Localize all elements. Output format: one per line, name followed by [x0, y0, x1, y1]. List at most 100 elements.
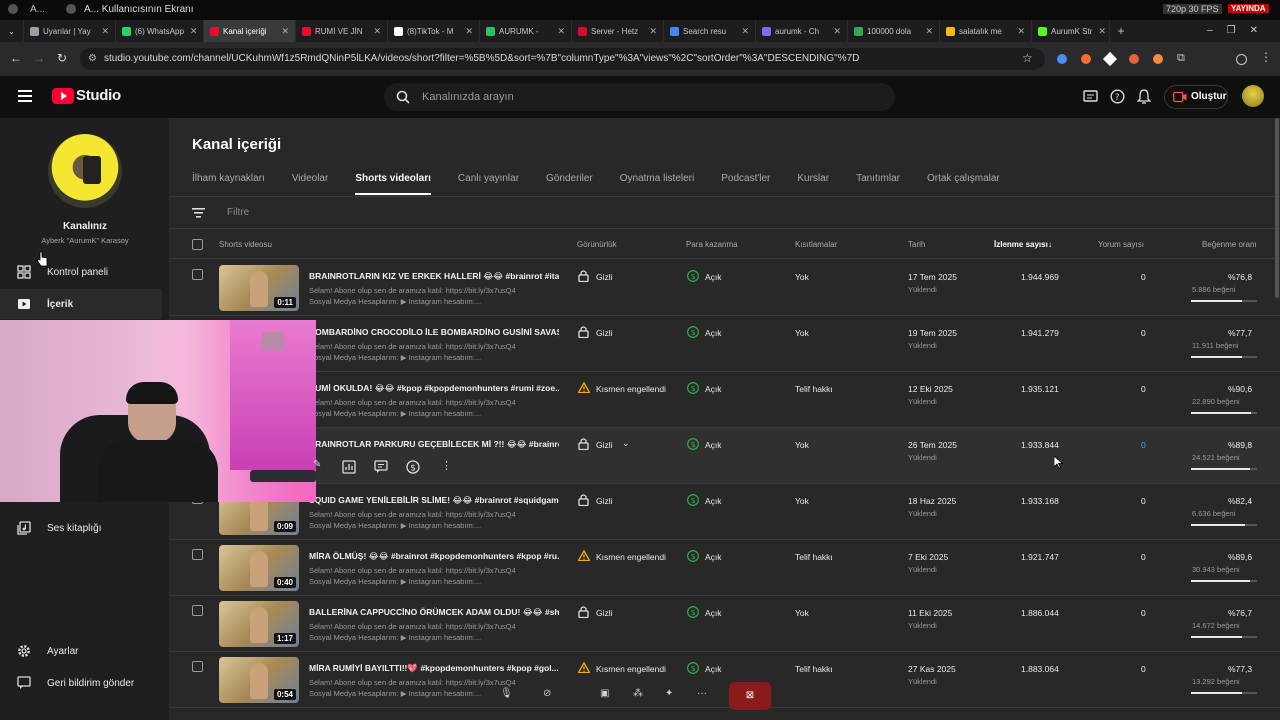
- sort-descending-arrow-icon[interactable]: ↓: [1048, 240, 1052, 249]
- soundboard-icon[interactable]: ✦: [665, 688, 673, 699]
- close-tab-icon[interactable]: ✕: [919, 26, 933, 37]
- analytics-icon[interactable]: [342, 460, 356, 474]
- close-tab-icon[interactable]: ✕: [1092, 26, 1106, 37]
- visibility-value[interactable]: Gizli: [596, 496, 613, 506]
- studio-logo[interactable]: [52, 88, 74, 104]
- tab-kurslar[interactable]: Kurslar: [797, 173, 829, 195]
- edit-pencil-icon[interactable]: ✎: [313, 459, 321, 470]
- row-checkbox[interactable]: [192, 605, 203, 616]
- column-header-monetization[interactable]: Para kazanma: [686, 240, 738, 249]
- comments-value[interactable]: 0: [1141, 328, 1146, 338]
- monetization-dollar-icon[interactable]: $: [406, 460, 420, 474]
- notifications-bell-icon[interactable]: [1137, 89, 1151, 104]
- filter-icon[interactable]: [192, 208, 205, 218]
- close-tab-icon[interactable]: ✕: [275, 26, 289, 37]
- end-stream-button[interactable]: ⊠: [729, 682, 771, 710]
- window-controls[interactable]: –❐✕: [1207, 25, 1272, 36]
- browser-tab[interactable]: AurumK Str ✕: [1032, 20, 1110, 42]
- visibility-value[interactable]: Kısmen engellendi: [596, 384, 666, 394]
- sidebar-item-settings[interactable]: Ayarlar: [0, 636, 162, 666]
- comments-icon[interactable]: [374, 460, 388, 474]
- comments-value[interactable]: 0: [1141, 384, 1146, 394]
- sidebar-item-feedback[interactable]: Geri bildirim gönder: [0, 668, 162, 698]
- reload-icon[interactable]: ↻: [57, 51, 67, 65]
- comments-value[interactable]: 0: [1141, 664, 1146, 674]
- table-row[interactable]: 0:09 SQUID GAME YENİLEBİLİR SLİME! 😂😂 #br…: [170, 484, 1280, 540]
- table-row[interactable]: RUMİ OKULDA! 😂😂 #kpop #kpopdemonhunters …: [170, 372, 1280, 428]
- visibility-value[interactable]: Gizli: [596, 440, 613, 450]
- row-checkbox[interactable]: [192, 661, 203, 672]
- close-tab-icon[interactable]: ✕: [184, 26, 198, 37]
- column-header-comments[interactable]: Yorum sayısı: [1098, 240, 1144, 249]
- comments-value[interactable]: 0: [1141, 272, 1146, 282]
- screen-share-icon[interactable]: ▣: [600, 688, 609, 699]
- column-header-restrictions[interactable]: Kısıtlamalar: [795, 240, 837, 249]
- browser-tab[interactable]: Server - Hetz ✕: [572, 20, 664, 42]
- monetization-value[interactable]: Açık: [705, 272, 722, 282]
- video-title[interactable]: BOMBARDİNO CROCODİLO İLE BOMBARDİNO GUSİ…: [309, 327, 559, 337]
- browser-tab[interactable]: Kanal içeriği ✕: [204, 20, 296, 42]
- chevron-down-icon[interactable]: ⌄: [622, 438, 630, 449]
- monetization-value[interactable]: Açık: [705, 496, 722, 506]
- new-tab-button[interactable]: +: [1110, 20, 1132, 42]
- more-options-icon[interactable]: ⋮: [441, 459, 452, 472]
- table-row[interactable]: 1:17 BALLERİNA CAPPUCCİNO ÖRÜMCEK ADAM OL…: [170, 596, 1280, 652]
- channel-search-input[interactable]: Kanalınızda arayın: [384, 83, 895, 111]
- url-bar[interactable]: ⚙ studio.youtube.com/channel/UCKuhmWf1z5…: [80, 48, 1045, 70]
- browser-tab[interactable]: Uyarılar | Yay ✕: [24, 20, 116, 42]
- close-tab-icon[interactable]: ✕: [735, 26, 749, 37]
- video-title[interactable]: BRAINROTLARIN KIZ VE ERKEK HALLERİ 😂😂 #b…: [309, 271, 559, 282]
- browser-tab[interactable]: 100000 dola ✕: [848, 20, 940, 42]
- microphone-icon[interactable]: 🎙: [500, 688, 513, 699]
- column-header-views[interactable]: İzlenme sayısı: [994, 240, 1048, 249]
- video-title[interactable]: MİRA ÖLMÜŞ! 😂😂 #brainrot #kpopdemonhunte…: [309, 551, 559, 562]
- tab-videolar[interactable]: Videolar: [292, 173, 329, 195]
- close-tab-icon[interactable]: ✕: [1011, 26, 1025, 37]
- close-tab-icon[interactable]: ✕: [459, 26, 473, 37]
- browser-menu-icon[interactable]: ⋮: [1260, 50, 1272, 64]
- account-avatar[interactable]: [1242, 85, 1264, 107]
- table-row[interactable]: BRAINROTLAR PARKURU GEÇEBİLECEK Mİ ?!! 😂…: [170, 428, 1280, 484]
- sidebar-item-audio-library[interactable]: Ses kitaplığı: [0, 513, 162, 543]
- browser-tab[interactable]: (6) WhatsApp ✕: [116, 20, 204, 42]
- visibility-value[interactable]: Kısmen engellendi: [596, 552, 666, 562]
- channel-avatar[interactable]: [48, 134, 122, 208]
- tab-shorts-videoları[interactable]: Shorts videoları: [355, 173, 431, 195]
- bookmark-star-icon[interactable]: ☆: [1022, 51, 1033, 65]
- monetization-value[interactable]: Açık: [705, 440, 722, 450]
- activities-icon[interactable]: ⁂: [633, 688, 643, 699]
- browser-tab[interactable]: aurumk - Ch ✕: [756, 20, 848, 42]
- browser-tab[interactable]: RUMİ VE JİN ✕: [296, 20, 388, 42]
- site-info-icon[interactable]: ⚙: [88, 48, 97, 70]
- video-thumbnail[interactable]: 0:40: [219, 545, 299, 591]
- monetization-value[interactable]: Açık: [705, 384, 722, 394]
- monetization-value[interactable]: Açık: [705, 552, 722, 562]
- comments-value[interactable]: 0: [1141, 440, 1146, 450]
- extension-icon[interactable]: [1153, 54, 1163, 64]
- tab-canlı-yayınlar[interactable]: Canlı yayınlar: [458, 173, 519, 195]
- profile-icon[interactable]: [1236, 54, 1247, 65]
- video-title[interactable]: RUMİ OKULDA! 😂😂 #kpop #kpopdemonhunters …: [309, 383, 559, 394]
- table-row[interactable]: 0:11 BRAINROTLARIN KIZ VE ERKEK HALLERİ 😂…: [170, 260, 1280, 316]
- extensions-puzzle-icon[interactable]: ⧉: [1177, 52, 1185, 65]
- column-header-date[interactable]: Tarih: [908, 240, 925, 249]
- tab-search-button[interactable]: ⌄: [0, 20, 24, 42]
- comments-value[interactable]: 0: [1141, 552, 1146, 562]
- help-icon[interactable]: ?: [1110, 89, 1125, 104]
- video-thumbnail[interactable]: 0:54: [219, 657, 299, 703]
- row-checkbox[interactable]: [192, 549, 203, 560]
- sidebar-item-content[interactable]: İçerik: [0, 289, 162, 319]
- camera-off-icon[interactable]: ⊘: [543, 688, 551, 699]
- tab-tanıtımlar[interactable]: Tanıtımlar: [856, 173, 900, 195]
- visibility-value[interactable]: Gizli: [596, 328, 613, 338]
- extension-icon[interactable]: [1057, 54, 1067, 64]
- filter-bar[interactable]: Filtre: [170, 197, 1280, 229]
- more-icon[interactable]: ···: [697, 688, 707, 699]
- visibility-value[interactable]: Gizli: [596, 272, 613, 282]
- tab-oynatma-listeleri[interactable]: Oynatma listeleri: [620, 173, 694, 195]
- back-icon[interactable]: ←: [10, 51, 22, 65]
- extension-icon[interactable]: [1129, 54, 1139, 64]
- browser-tab[interactable]: salatalık me ✕: [940, 20, 1032, 42]
- tab-ortak-çalışmalar[interactable]: Ortak çalışmalar: [927, 173, 1000, 195]
- sidebar-item-dashboard[interactable]: Kontrol paneli: [0, 257, 162, 287]
